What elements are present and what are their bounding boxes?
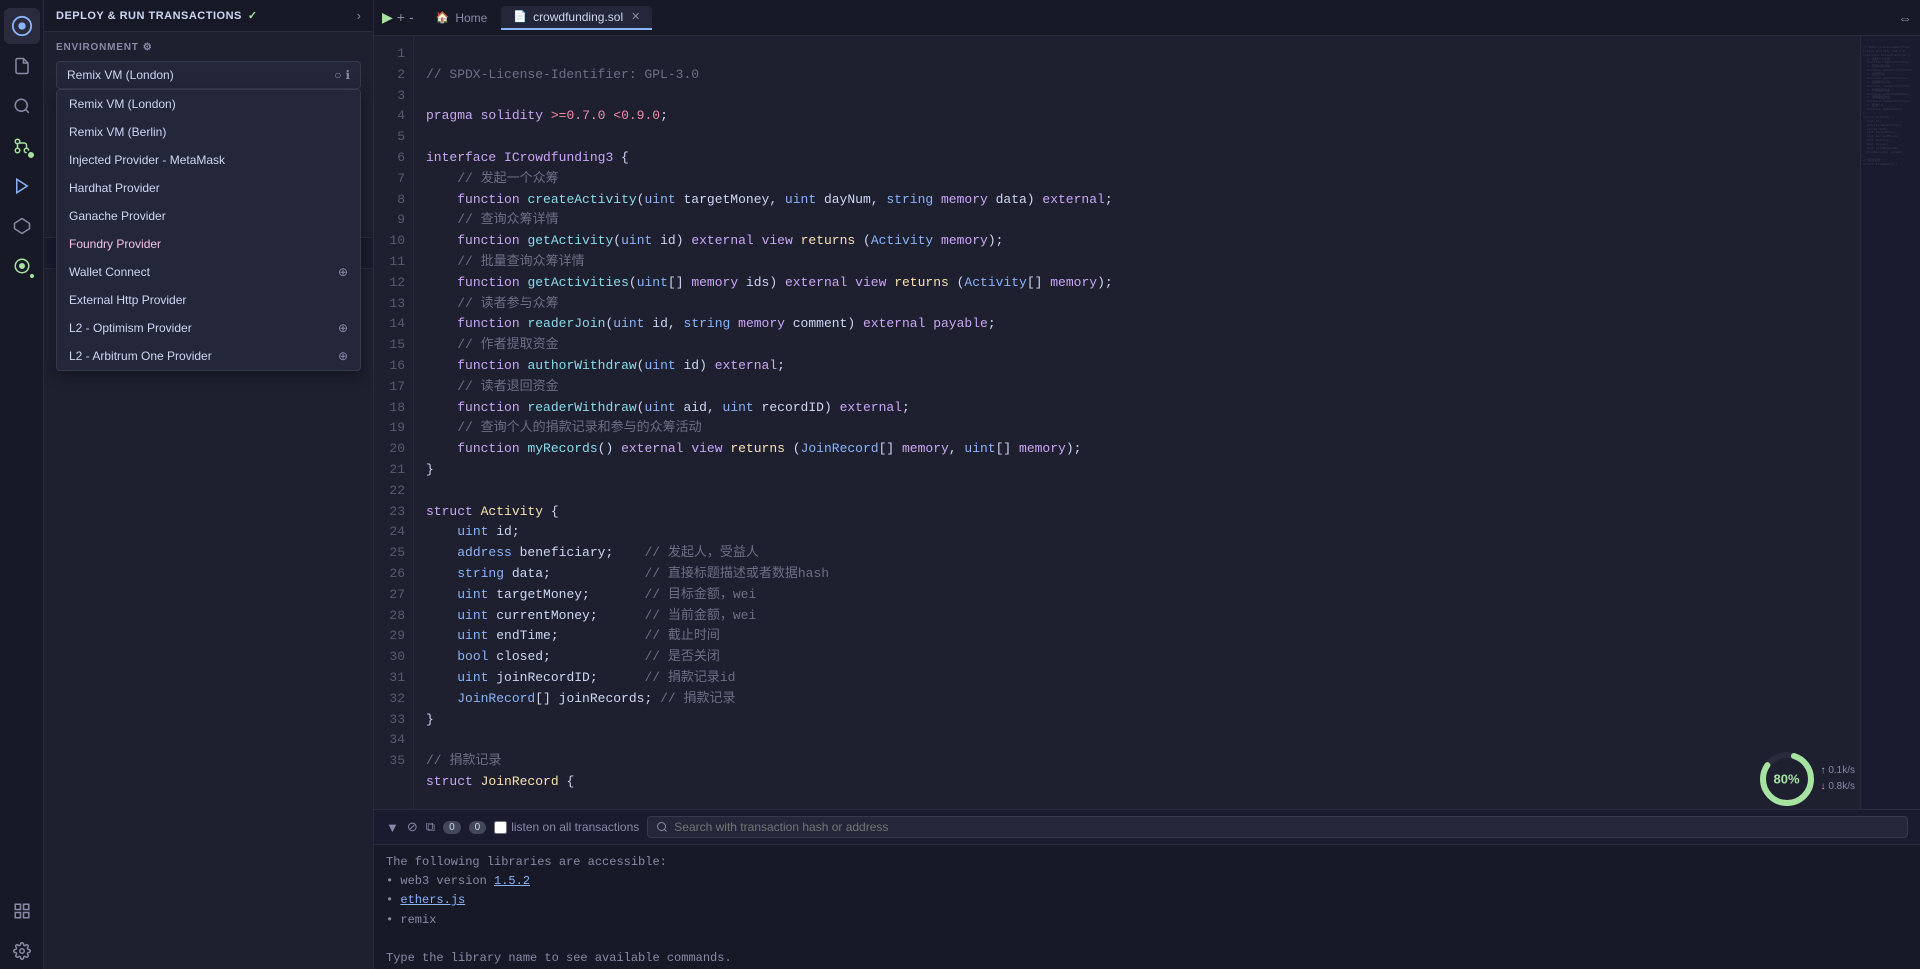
home-tab[interactable]: 🏠 Home xyxy=(424,7,500,29)
console-search-input[interactable] xyxy=(674,820,1899,834)
home-tab-icon: 🏠 xyxy=(436,11,450,24)
environment-dropdown-menu: Remix VM (London) Remix VM (Berlin) Inje… xyxy=(56,89,361,371)
expand-icon[interactable]: ⇔ xyxy=(1898,10,1912,26)
home-tab-label: Home xyxy=(455,11,487,25)
console-badge-1: 0 xyxy=(443,821,461,834)
file-explorer-icon[interactable] xyxy=(4,48,40,84)
console-toolbar: ▼ ⊘ ⧉ 0 0 listen on all transactions xyxy=(374,810,1920,845)
console-badge-2: 0 xyxy=(469,821,487,834)
speed-ring-wrapper: 80% xyxy=(1757,749,1817,809)
deploy-panel: DEPLOY & RUN TRANSACTIONS ✓ › ENVIRONMEN… xyxy=(44,0,374,969)
file-tab-icon: 📄 xyxy=(513,10,527,23)
speed-indicator: 80% ↑ 0.1k/s ↓ 0.8k/s xyxy=(1757,749,1855,809)
deploy-run-icon[interactable] xyxy=(4,168,40,204)
icon-sidebar xyxy=(0,0,44,969)
console-content: The following libraries are accessible: … xyxy=(374,845,1920,969)
tab-bar: ▶ + - 🏠 Home 📄 crowdfunding.sol ✕ ⇔ xyxy=(374,0,1920,36)
plugin-manager-icon[interactable] xyxy=(4,893,40,929)
minimap-content: // SPDX-License-Identifier pragma solidi… xyxy=(1861,36,1920,176)
console-line-1: The following libraries are accessible: xyxy=(386,855,667,869)
wallet-connect-arrow: ⊕ xyxy=(338,265,348,279)
panel-forward-icon[interactable]: › xyxy=(357,8,361,23)
env-option-5[interactable]: Foundry Provider xyxy=(57,230,360,258)
speed-value: 80% xyxy=(1774,772,1800,787)
env-info-icon[interactable]: ℹ xyxy=(345,68,350,82)
env-option-9[interactable]: L2 - Arbitrum One Provider ⊕ xyxy=(57,342,360,370)
console-copy-icon[interactable]: ⧉ xyxy=(426,819,435,835)
listen-checkbox[interactable] xyxy=(494,821,507,834)
minimap: // SPDX-License-Identifier pragma solidi… xyxy=(1860,36,1920,809)
speed-rate-1: ↑ 0.1k/s xyxy=(1821,763,1855,779)
check-icon: ✓ xyxy=(248,9,258,22)
panel-header: DEPLOY & RUN TRANSACTIONS ✓ › xyxy=(44,0,373,32)
web3-link[interactable]: 1.5.2 xyxy=(494,874,530,888)
file-tab-label: crowdfunding.sol xyxy=(533,10,623,24)
env-option-8[interactable]: L2 - Optimism Provider ⊕ xyxy=(57,314,360,342)
console-search-box[interactable] xyxy=(647,816,1908,838)
env-option-0[interactable]: Remix VM (London) xyxy=(57,90,360,118)
console-line-5: Type the library name to see available c… xyxy=(386,951,732,965)
env-circle-icon: ○ xyxy=(334,68,341,82)
speed-rate-2: ↓ 0.8k/s xyxy=(1821,779,1855,795)
console-line-3: • xyxy=(386,893,400,907)
l2-arb-icon: ⊕ xyxy=(338,349,348,363)
environment-dropdown[interactable]: Remix VM (London) ○ ℹ xyxy=(56,61,361,89)
tab-bar-actions: ▶ + - xyxy=(382,9,414,26)
close-tab-icon[interactable]: ✕ xyxy=(631,10,640,23)
console-line-2: • web3 version xyxy=(386,874,494,888)
environment-section: ENVIRONMENT ⚙ Remix VM (London) ○ ℹ Remi… xyxy=(44,32,373,107)
env-option-2[interactable]: Injected Provider - MetaMask xyxy=(57,146,360,174)
listen-label: listen on all transactions xyxy=(511,820,639,834)
zoom-out-icon[interactable]: - xyxy=(409,9,414,26)
file-tab[interactable]: 📄 crowdfunding.sol ✕ xyxy=(501,6,652,30)
solidity-icon[interactable] xyxy=(4,208,40,244)
env-option-1[interactable]: Remix VM (Berlin) xyxy=(57,118,360,146)
env-option-4[interactable]: Ganache Provider xyxy=(57,202,360,230)
listen-checkbox-row: listen on all transactions xyxy=(494,820,639,834)
console-line-4: • remix xyxy=(386,913,436,927)
panel-header-actions: › xyxy=(357,8,361,23)
console-collapse-icon[interactable]: ▼ xyxy=(386,820,399,835)
speed-rates: ↑ 0.1k/s ↓ 0.8k/s xyxy=(1821,763,1855,795)
panel-title-text: DEPLOY & RUN TRANSACTIONS xyxy=(56,10,242,22)
environment-label: ENVIRONMENT ⚙ xyxy=(56,42,361,53)
code-editor[interactable]: 12345 678910 1112131415 1617181920 21222… xyxy=(374,36,1860,809)
ethers-link[interactable]: ethers.js xyxy=(400,893,465,907)
git-icon[interactable] xyxy=(4,128,40,164)
l2-opt-icon: ⊕ xyxy=(338,321,348,335)
console-clear-icon[interactable]: ⊘ xyxy=(407,819,418,835)
remix-logo-icon[interactable] xyxy=(4,8,40,44)
panel-title: DEPLOY & RUN TRANSACTIONS ✓ xyxy=(56,9,258,22)
code-content[interactable]: // SPDX-License-Identifier: GPL-3.0 prag… xyxy=(414,36,1860,809)
env-dropdown-icons: ○ ℹ xyxy=(334,68,350,82)
editor-area: ▶ + - 🏠 Home 📄 crowdfunding.sol ✕ ⇔ 1234… xyxy=(374,0,1920,969)
env-selected-value: Remix VM (London) xyxy=(67,68,174,82)
zoom-in-icon[interactable]: + xyxy=(397,9,405,26)
run-tab-icon[interactable]: ▶ xyxy=(382,9,393,26)
search-icon[interactable] xyxy=(4,88,40,124)
env-option-6[interactable]: Wallet Connect ⊕ xyxy=(57,258,360,286)
settings-icon[interactable] xyxy=(4,933,40,969)
console-area: ▼ ⊘ ⧉ 0 0 listen on all transactions The… xyxy=(374,809,1920,969)
debugger-icon[interactable] xyxy=(4,248,40,284)
line-numbers: 12345 678910 1112131415 1617181920 21222… xyxy=(374,36,414,809)
env-settings-icon[interactable]: ⚙ xyxy=(143,42,153,53)
env-option-3[interactable]: Hardhat Provider xyxy=(57,174,360,202)
console-search-icon xyxy=(656,821,668,833)
environment-dropdown-wrapper: Remix VM (London) ○ ℹ Remix VM (London) … xyxy=(56,61,361,89)
env-option-7[interactable]: External Http Provider xyxy=(57,286,360,314)
